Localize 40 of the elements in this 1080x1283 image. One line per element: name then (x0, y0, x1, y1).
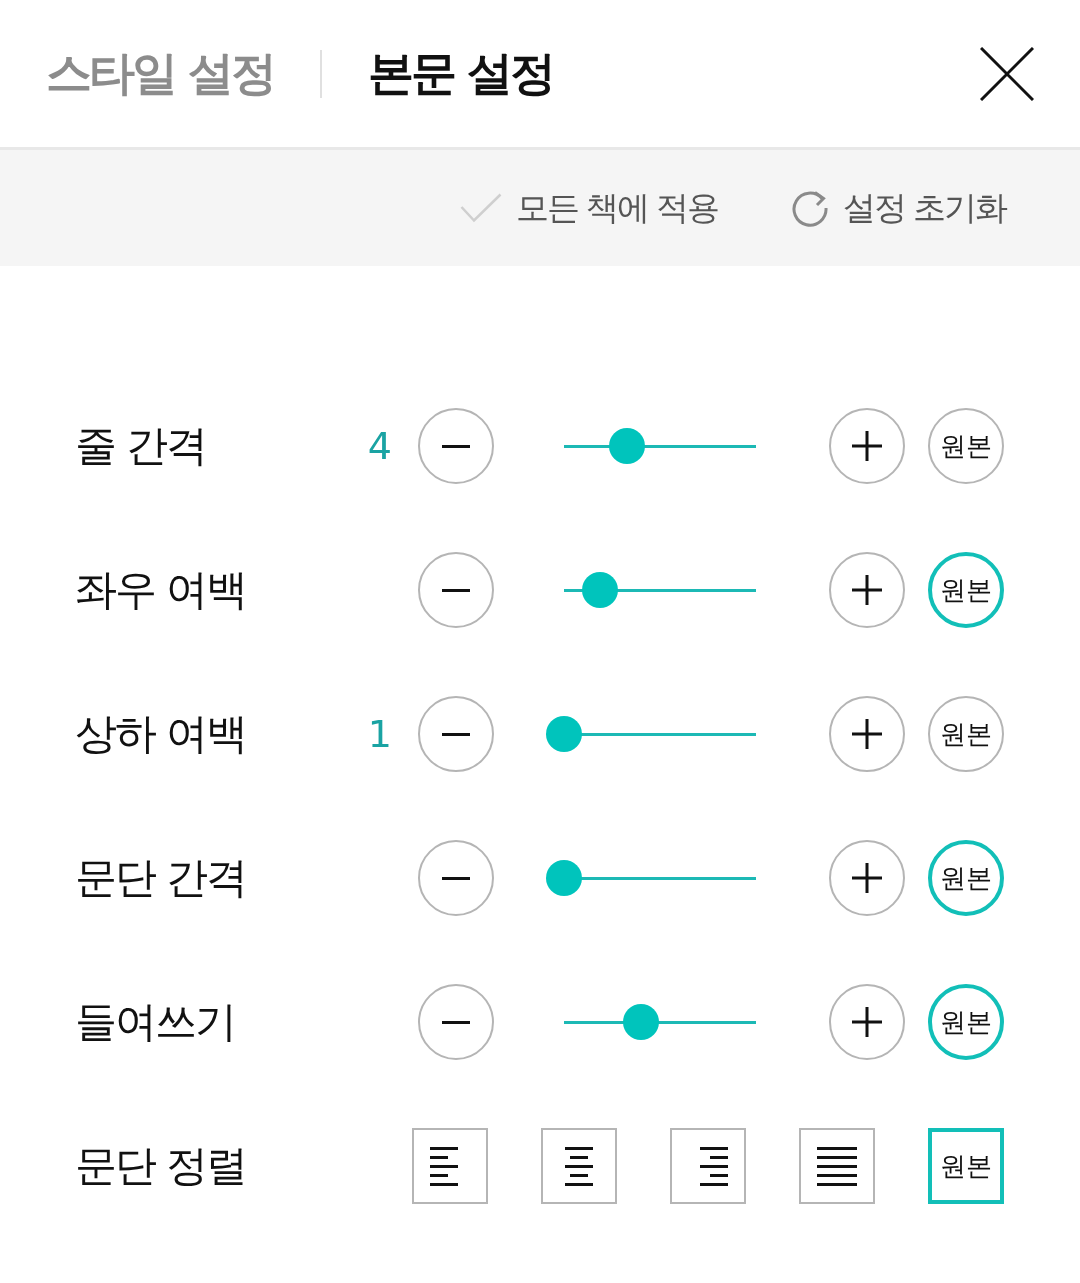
apply-all-checkbox[interactable]: 모든 책에 적용 (459, 185, 719, 231)
plus-icon (852, 575, 882, 605)
plus-icon (852, 1007, 882, 1037)
minus-icon (442, 732, 470, 736)
setting-label: 좌우 여백 (75, 564, 248, 616)
slider-thumb[interactable] (546, 716, 582, 752)
original-button[interactable]: 원본 (928, 696, 1004, 772)
slider-thumb[interactable] (609, 428, 646, 464)
minus-icon (442, 588, 470, 592)
tab[interactable]: 본문 설정 (368, 45, 554, 102)
align-center-button[interactable] (541, 1128, 617, 1204)
setting-label: 문단 간격 (75, 852, 248, 904)
original-button[interactable]: 원본 (928, 984, 1004, 1060)
minus-icon (442, 1020, 470, 1024)
align-left-button[interactable] (412, 1128, 488, 1204)
slider-thumb[interactable] (546, 860, 582, 896)
refresh-icon (790, 189, 829, 227)
plus-icon (852, 431, 882, 461)
align-justify-icon (817, 1146, 857, 1186)
close-icon (980, 46, 1034, 101)
close-button[interactable] (980, 46, 1034, 101)
original-button[interactable]: 원본 (928, 408, 1004, 484)
align-right-button[interactable] (670, 1128, 746, 1204)
plus-icon (852, 863, 882, 893)
setting-label: 문단 정렬 (75, 1140, 248, 1192)
slider-thumb[interactable] (622, 1004, 659, 1040)
slider-thumb[interactable] (582, 572, 619, 608)
original-button[interactable]: 원본 (928, 552, 1004, 628)
minus-icon (442, 876, 470, 880)
plus-icon (852, 719, 882, 749)
setting-label: 들여쓰기 (75, 996, 236, 1048)
original-button[interactable]: 원본 (928, 1128, 1004, 1204)
setting-label: 줄 간격 (75, 420, 208, 472)
value-text: 1 (367, 712, 392, 756)
setting-label: 상하 여백 (75, 708, 248, 760)
value-text: 4 (367, 424, 392, 468)
original-button[interactable]: 원본 (928, 840, 1004, 916)
align-justify-button[interactable] (799, 1128, 875, 1204)
minus-icon (442, 444, 470, 448)
reset-button[interactable]: 설정 초기화 (790, 185, 1006, 231)
